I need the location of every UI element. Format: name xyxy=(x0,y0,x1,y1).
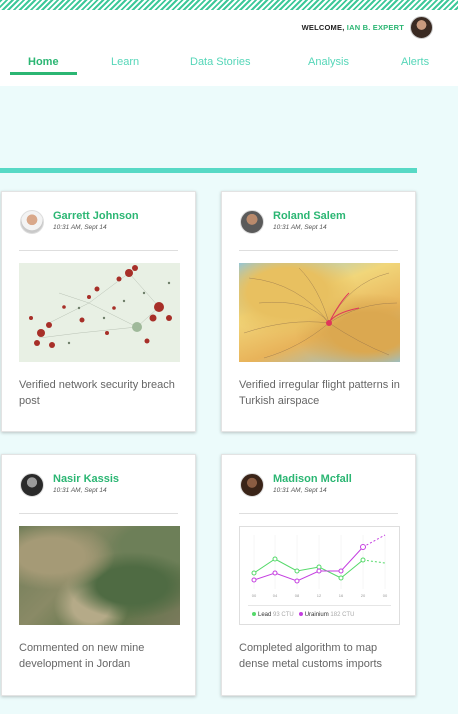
line-chart-image: 00 04 08 12 16 20 00 xyxy=(251,534,388,598)
card-author[interactable]: Roland Salem xyxy=(273,210,346,222)
flight-map-thumbnail[interactable] xyxy=(239,263,400,362)
chart-legend: Lead 93 CTU Urainium 182 CTU xyxy=(252,612,354,618)
card-timestamp: 10:31 AM, Sept 14 xyxy=(53,487,107,494)
flight-map-image xyxy=(243,267,398,359)
card-timestamp: 10:31 AM, Sept 14 xyxy=(53,224,107,231)
satellite-thumbnail[interactable] xyxy=(19,526,180,625)
network-graph-thumbnail[interactable] xyxy=(19,263,180,362)
card-divider xyxy=(239,513,398,514)
card-divider xyxy=(19,250,178,251)
card-description: Completed algorithm to map dense metal c… xyxy=(239,642,383,670)
x-tick: 04 xyxy=(273,593,278,598)
network-graph-image xyxy=(29,265,172,348)
legend-unit-uranium: 182 CTU xyxy=(330,612,355,618)
lead-legend-dot xyxy=(252,612,256,617)
x-tick: 12 xyxy=(317,593,322,598)
avatar xyxy=(240,473,264,497)
legend-name-uranium: Urainium xyxy=(304,612,329,618)
welcome-message: WELCOME, IAN B. EXPERT xyxy=(302,23,404,32)
avatar xyxy=(240,210,264,234)
uranium-legend-dot xyxy=(298,612,303,617)
activity-card-mine[interactable]: Nasir Kassis 10:31 AM, Sept 14 Commented… xyxy=(1,454,196,696)
activity-card-network[interactable]: Garrett Johnson 10:31 AM, Sept 14 Verifi… xyxy=(1,191,196,432)
card-divider xyxy=(239,250,398,251)
card-timestamp: 10:31 AM, Sept 14 xyxy=(273,487,327,494)
nav-analysis[interactable]: Analysis xyxy=(308,56,349,68)
legend-name-lead: Lead xyxy=(258,612,272,618)
legend-divider xyxy=(248,605,391,606)
user-name[interactable]: IAN B. EXPERT xyxy=(347,23,404,32)
card-description: Verified network security breach post xyxy=(19,379,175,407)
user-avatar[interactable] xyxy=(410,16,433,39)
x-tick: 00 xyxy=(383,593,388,598)
avatar xyxy=(20,473,44,497)
card-author[interactable]: Nasir Kassis xyxy=(53,473,119,485)
x-tick: 08 xyxy=(295,593,300,598)
legend-unit-lead: 93 CTU xyxy=(273,612,294,618)
nav-active-indicator xyxy=(10,72,77,75)
header-stripe xyxy=(0,0,458,10)
card-description: Commented on new mine development in Jor… xyxy=(19,642,145,670)
nav-learn[interactable]: Learn xyxy=(111,56,139,68)
x-tick: 20 xyxy=(361,593,366,598)
card-timestamp: 10:31 AM, Sept 14 xyxy=(273,224,327,231)
nav-data-stories[interactable]: Data Stories xyxy=(190,56,251,68)
x-tick: 16 xyxy=(339,593,344,598)
avatar xyxy=(20,210,44,234)
activity-card-algorithm[interactable]: Madison Mcfall 10:31 AM, Sept 14 00 04 0… xyxy=(221,454,416,696)
section-divider xyxy=(0,168,417,173)
x-tick: 00 xyxy=(252,593,257,598)
card-author[interactable]: Garrett Johnson xyxy=(53,210,139,222)
card-author[interactable]: Madison Mcfall xyxy=(273,473,352,485)
card-divider xyxy=(19,513,178,514)
activity-card-flights[interactable]: Roland Salem 10:31 AM, Sept 14 Verified … xyxy=(221,191,416,432)
nav-home[interactable]: Home xyxy=(28,56,59,68)
welcome-prefix: WELCOME, xyxy=(301,23,345,32)
card-description: Verified irregular flight patterns in Tu… xyxy=(239,379,400,407)
line-chart-thumbnail[interactable]: 00 04 08 12 16 20 00 Lead 93 CTU Urainiu… xyxy=(239,526,400,625)
nav-alerts[interactable]: Alerts xyxy=(401,56,429,68)
